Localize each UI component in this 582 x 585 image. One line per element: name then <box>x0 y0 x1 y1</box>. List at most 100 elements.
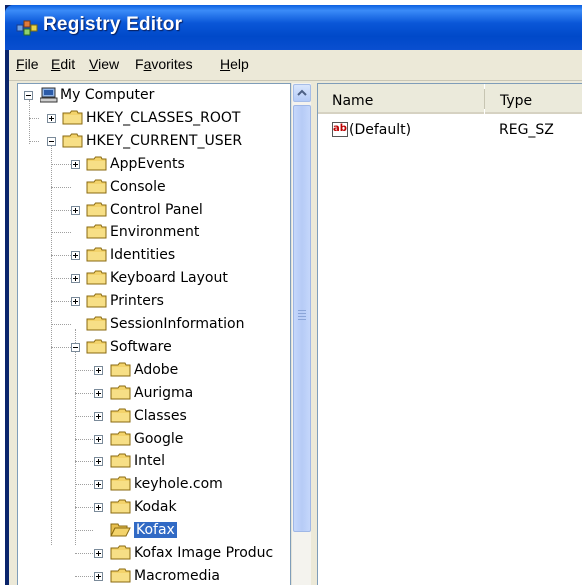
menu-help[interactable]: Help <box>220 56 249 72</box>
folder-icon <box>86 156 107 171</box>
menu-file[interactable]: File <box>16 56 39 72</box>
tree-line <box>51 324 71 325</box>
expand-icon[interactable] <box>94 457 103 467</box>
value-name: (Default) <box>349 122 412 138</box>
tree-line <box>75 392 93 394</box>
tree-item[interactable]: Printers <box>110 293 164 309</box>
tree-item[interactable]: Adobe <box>134 362 178 378</box>
tree-line <box>75 507 93 509</box>
collapse-icon[interactable] <box>47 136 56 146</box>
folder-icon <box>86 202 107 216</box>
tree-item[interactable]: My Computer <box>60 87 154 103</box>
grip-icon <box>298 310 306 311</box>
folder-icon <box>110 385 131 400</box>
folder-icon <box>62 110 83 125</box>
folder-open-icon <box>110 523 131 537</box>
tree-item[interactable]: Classes <box>134 408 187 424</box>
tree-line <box>75 461 93 463</box>
tree-item[interactable]: Kodak <box>134 499 177 515</box>
expand-icon[interactable] <box>71 274 80 284</box>
tree-line <box>51 186 71 188</box>
expand-icon[interactable] <box>94 503 103 513</box>
tree-item[interactable]: Aurigma <box>134 385 193 401</box>
folder-icon <box>110 476 131 491</box>
expand-icon[interactable] <box>71 297 80 307</box>
column-type-label: Type <box>500 93 533 109</box>
tree-item[interactable]: HKEY_CURRENT_USER <box>86 133 242 149</box>
values-list-pane[interactable]: Name Type ab (Default) REG_SZ <box>317 83 582 585</box>
scroll-up-button[interactable] <box>293 84 311 102</box>
tree-line <box>51 255 71 257</box>
tree-item[interactable]: AppEvents <box>110 156 185 172</box>
folder-icon <box>110 431 131 445</box>
tree-line <box>75 575 93 577</box>
tree-line <box>29 117 39 119</box>
folder-icon <box>86 179 107 194</box>
expand-icon[interactable] <box>71 205 80 215</box>
tree-scrollbar[interactable] <box>291 83 312 585</box>
folder-icon <box>110 362 131 377</box>
collapse-icon[interactable] <box>24 91 33 100</box>
tree-line <box>51 278 71 280</box>
collapse-icon[interactable] <box>71 342 80 352</box>
tree-line <box>51 301 71 303</box>
expand-icon[interactable] <box>94 365 103 375</box>
tree-item[interactable]: Google <box>134 431 183 447</box>
folder-icon <box>110 408 131 423</box>
tree-item[interactable]: Kofax Image Produc <box>134 545 273 561</box>
tree-item[interactable]: SessionInformation <box>110 316 244 332</box>
client-area: My Computer HKEY_CLASSES_ROOT HKEY_CURRENT… <box>9 81 582 585</box>
folder-icon <box>86 316 107 331</box>
key-tree-pane[interactable]: My Computer HKEY_CLASSES_ROOT HKEY_CURRENT… <box>17 83 291 585</box>
tree-line <box>51 163 71 165</box>
tree-item[interactable]: Macromedia <box>134 568 220 584</box>
tree-item[interactable]: Console <box>110 179 166 195</box>
registry-editor-icon <box>16 20 38 36</box>
tree-item[interactable]: Intel <box>134 453 165 469</box>
tree-line <box>75 530 93 532</box>
expand-icon[interactable] <box>94 549 103 558</box>
registry-editor-window: Registry Editor File Edit View Favorites… <box>5 5 582 585</box>
folder-icon <box>86 247 107 262</box>
tree-item[interactable]: Software <box>110 339 172 355</box>
menu-edit[interactable]: Edit <box>51 56 75 72</box>
menu-view[interactable]: View <box>89 56 119 72</box>
expand-icon[interactable] <box>94 388 103 398</box>
expand-icon[interactable] <box>47 113 56 123</box>
tree-item-selected[interactable]: Kofax <box>134 522 177 539</box>
folder-icon <box>86 293 107 308</box>
tree-item[interactable]: HKEY_CLASSES_ROOT <box>86 110 240 126</box>
folder-icon <box>110 545 131 560</box>
tree-line <box>51 232 71 234</box>
column-header-name[interactable]: Name <box>318 84 484 114</box>
expand-icon[interactable] <box>94 571 103 581</box>
tree-line <box>75 415 93 417</box>
computer-icon <box>40 87 58 103</box>
tree-item[interactable]: Environment <box>110 224 199 240</box>
tree-line <box>51 209 71 211</box>
tree-item[interactable]: Keyboard Layout <box>110 270 228 286</box>
tree-item[interactable]: Identities <box>110 247 175 263</box>
tree-line <box>75 329 76 546</box>
folder-icon <box>86 224 107 239</box>
expand-icon[interactable] <box>71 251 80 261</box>
column-header-type[interactable]: Type <box>485 84 582 114</box>
folder-icon <box>110 568 131 583</box>
window-title: Registry Editor <box>43 14 183 35</box>
scroll-thumb[interactable] <box>293 105 311 532</box>
tree-line <box>75 369 93 371</box>
menu-favorites[interactable]: Favorites <box>135 56 193 72</box>
tree-item[interactable]: keyhole.com <box>134 476 223 492</box>
folder-icon <box>110 453 131 468</box>
expand-icon[interactable] <box>71 159 80 169</box>
folder-icon <box>110 499 131 514</box>
expand-icon[interactable] <box>94 411 103 421</box>
tree-line <box>75 484 93 486</box>
value-type: REG_SZ <box>499 122 554 138</box>
chevron-up-icon <box>297 89 307 96</box>
tree-item[interactable]: Control Panel <box>110 202 203 218</box>
title-bar[interactable]: Registry Editor <box>5 5 582 50</box>
expand-icon[interactable] <box>94 434 103 444</box>
expand-icon[interactable] <box>94 480 103 490</box>
folder-icon <box>86 339 107 354</box>
